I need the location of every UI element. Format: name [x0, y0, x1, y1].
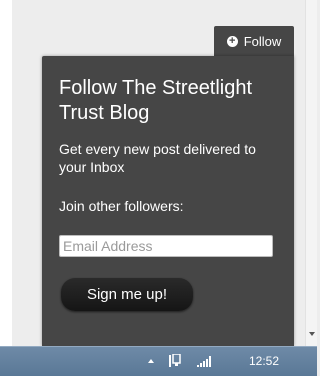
- sign-me-up-button[interactable]: Sign me up!: [61, 278, 193, 311]
- scroll-down-arrow-icon[interactable]: [309, 332, 315, 336]
- follow-button[interactable]: + Follow: [214, 26, 294, 56]
- taskbar: 12:52: [0, 346, 317, 376]
- follow-panel: Follow The Streetlight Trust Blog Get ev…: [42, 56, 294, 346]
- clock[interactable]: 12:52: [249, 354, 279, 368]
- panel-title: Follow The Streetlight Trust Blog: [59, 77, 253, 124]
- signal-bars-icon[interactable]: [197, 356, 211, 367]
- page-content-edge: [0, 0, 12, 346]
- panel-description: Get every new post delivered to your Inb…: [59, 141, 256, 175]
- network-icon[interactable]: [169, 354, 181, 368]
- chevron-up-icon[interactable]: [148, 359, 154, 363]
- plus-circle-icon: +: [226, 35, 238, 47]
- follow-button-label: Follow: [243, 33, 282, 49]
- email-input[interactable]: [59, 235, 273, 257]
- join-followers-text: Join other followers:: [59, 198, 184, 214]
- vertical-scrollbar[interactable]: [305, 0, 317, 346]
